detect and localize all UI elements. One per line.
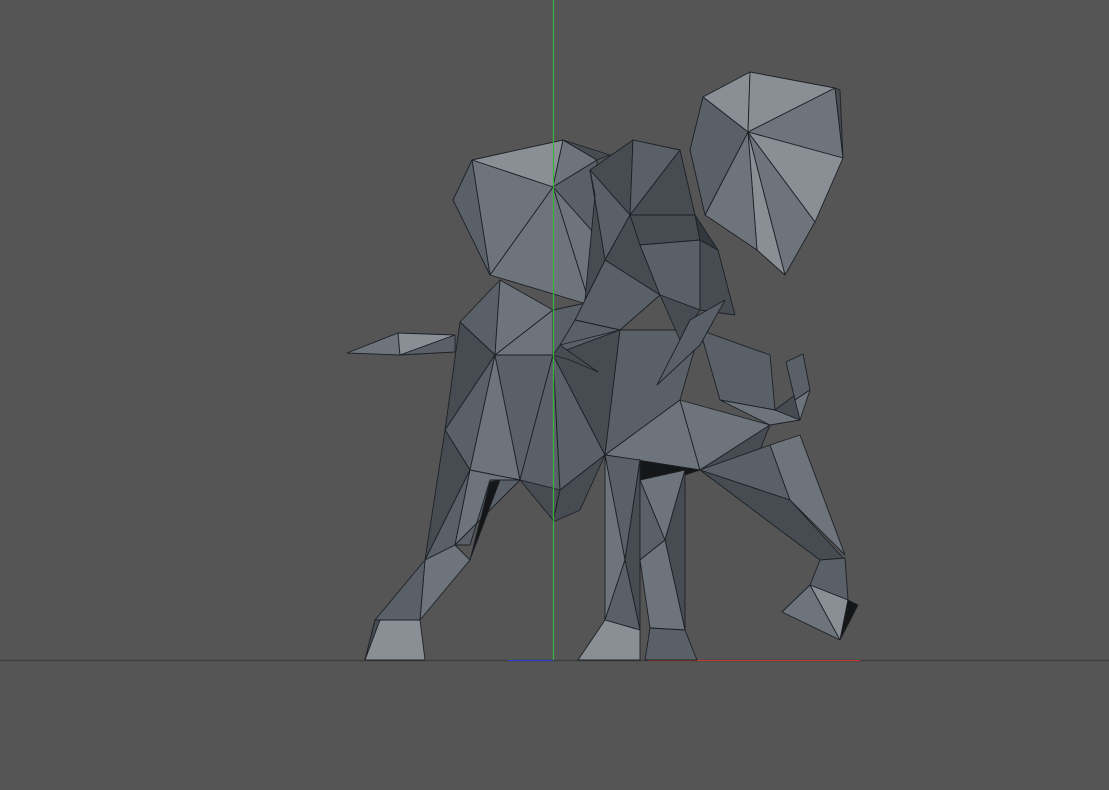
3d-viewport[interactable] (0, 0, 1109, 790)
elephant-tail (346, 332, 456, 356)
elephant-model[interactable] (346, 71, 859, 661)
elephant-leg-back (639, 469, 698, 661)
viewport-canvas[interactable] (0, 0, 1109, 790)
elephant-leg-lifted (699, 434, 859, 641)
